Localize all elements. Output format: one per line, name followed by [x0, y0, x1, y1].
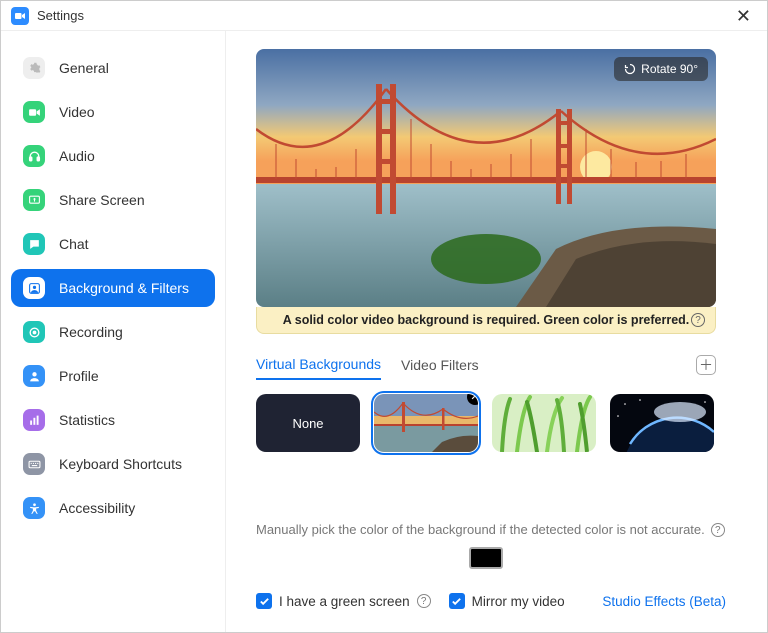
sidebar-item-label: Share Screen: [59, 192, 145, 208]
thumb-none[interactable]: None: [256, 394, 360, 452]
tab-virtual-backgrounds[interactable]: Virtual Backgrounds: [256, 350, 381, 380]
rotate-label: Rotate 90°: [641, 62, 698, 76]
manual-color-hint: Manually pick the color of the backgroun…: [256, 522, 737, 537]
tab-video-filters[interactable]: Video Filters: [401, 351, 479, 379]
close-button[interactable]: ✕: [730, 5, 757, 27]
sidebar-item-keyboard-shortcuts[interactable]: Keyboard Shortcuts: [11, 445, 215, 483]
hint-help-icon[interactable]: ?: [711, 523, 725, 537]
rotate-icon: [624, 63, 636, 75]
settings-window: Settings ✕ General Video Audio Share Scr…: [0, 0, 768, 633]
green-screen-help-icon[interactable]: ?: [417, 594, 431, 608]
background-icon: [23, 277, 45, 299]
checkbox-mirror-label: Mirror my video: [472, 594, 565, 609]
sidebar-item-profile[interactable]: Profile: [11, 357, 215, 395]
sidebar-item-label: Accessibility: [59, 500, 135, 516]
video-preview: Rotate 90°: [256, 49, 716, 307]
sidebar-item-label: Profile: [59, 368, 99, 384]
checkbox-green-screen[interactable]: I have a green screen ?: [256, 593, 431, 609]
gear-icon: [23, 57, 45, 79]
window-title: Settings: [37, 8, 84, 23]
sidebar-item-share-screen[interactable]: Share Screen: [11, 181, 215, 219]
studio-effects-link[interactable]: Studio Effects (Beta): [602, 594, 726, 609]
sidebar-item-label: Audio: [59, 148, 95, 164]
video-icon: [23, 101, 45, 123]
sidebar-item-general[interactable]: General: [11, 49, 215, 87]
stats-icon: [23, 409, 45, 431]
thumb-none-label: None: [292, 416, 323, 431]
hint-text: Manually pick the color of the backgroun…: [256, 522, 705, 537]
color-swatch-row: [256, 547, 716, 569]
sidebar-item-accessibility[interactable]: Accessibility: [11, 489, 215, 527]
checkbox-mirror-box: [449, 593, 465, 609]
sidebar-item-label: Keyboard Shortcuts: [59, 456, 182, 472]
titlebar: Settings ✕: [1, 1, 767, 31]
sidebar: General Video Audio Share Screen Chat Ba…: [1, 31, 226, 632]
app-icon: [11, 7, 29, 25]
green-screen-notice: A solid color video background is requir…: [256, 307, 716, 334]
sidebar-item-label: Statistics: [59, 412, 115, 428]
sidebar-item-label: Video: [59, 104, 95, 120]
add-background-button[interactable]: ＋: [696, 355, 716, 375]
bottom-row: I have a green screen ? Mirror my video …: [256, 593, 726, 609]
tabs: Virtual Backgrounds Video Filters ＋: [256, 350, 716, 380]
profile-icon: [23, 365, 45, 387]
headphones-icon: [23, 145, 45, 167]
video-preview-wrapper: Rotate 90° A solid color video backgroun…: [256, 49, 737, 334]
share-screen-icon: [23, 189, 45, 211]
color-swatch[interactable]: [469, 547, 503, 569]
checkbox-mirror-video[interactable]: Mirror my video: [449, 593, 565, 609]
sidebar-item-label: Recording: [59, 324, 123, 340]
rotate-button[interactable]: Rotate 90°: [614, 57, 708, 81]
sidebar-item-chat[interactable]: Chat: [11, 225, 215, 263]
sidebar-item-label: General: [59, 60, 109, 76]
notice-text: A solid color video background is requir…: [283, 313, 690, 327]
sidebar-item-background-filters[interactable]: Background & Filters: [11, 269, 215, 307]
keyboard-icon: [23, 453, 45, 475]
thumb-earth[interactable]: [610, 394, 714, 452]
background-thumbnails: None ✕: [256, 394, 737, 452]
sidebar-item-audio[interactable]: Audio: [11, 137, 215, 175]
sidebar-item-recording[interactable]: Recording: [11, 313, 215, 351]
sidebar-item-label: Chat: [59, 236, 89, 252]
record-icon: [23, 321, 45, 343]
checkbox-green-screen-label: I have a green screen: [279, 594, 410, 609]
checkbox-green-screen-box: [256, 593, 272, 609]
accessibility-icon: [23, 497, 45, 519]
sidebar-item-label: Background & Filters: [59, 280, 189, 296]
sidebar-item-statistics[interactable]: Statistics: [11, 401, 215, 439]
sidebar-item-video[interactable]: Video: [11, 93, 215, 131]
main-content: Rotate 90° A solid color video backgroun…: [226, 31, 767, 632]
thumb-grass[interactable]: [492, 394, 596, 452]
chat-icon: [23, 233, 45, 255]
notice-help-icon[interactable]: ?: [691, 313, 705, 327]
thumb-golden-gate[interactable]: ✕: [374, 394, 478, 452]
